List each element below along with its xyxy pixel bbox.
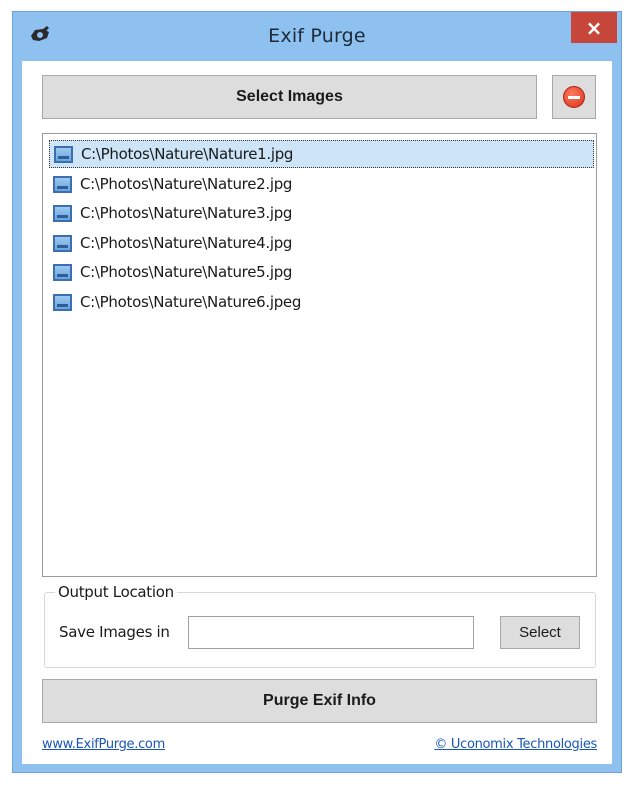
list-item[interactable]: C:\Photos\Nature\Nature4.jpg: [49, 229, 594, 257]
copyright-link[interactable]: © Uconomix Technologies: [434, 737, 597, 752]
save-images-label: Save Images in: [59, 623, 170, 641]
image-file-icon: [53, 175, 72, 193]
image-file-icon: [53, 234, 72, 252]
image-file-icon: [53, 293, 72, 311]
image-file-icon: [54, 145, 73, 163]
website-link[interactable]: www.ExifPurge.com: [42, 737, 165, 752]
file-path: C:\Photos\Nature\Nature6.jpeg: [80, 293, 302, 311]
file-path: C:\Photos\Nature\Nature5.jpg: [80, 263, 293, 281]
output-location-group: Output Location Save Images in Select: [44, 583, 596, 668]
image-file-icon: [53, 263, 72, 281]
purge-exif-button[interactable]: Purge Exif Info: [42, 679, 597, 723]
app-window: Exif Purge × Select Images C:\Photos\Nat…: [12, 11, 622, 773]
file-list[interactable]: C:\Photos\Nature\Nature1.jpg C:\Photos\N…: [42, 133, 597, 577]
list-item[interactable]: C:\Photos\Nature\Nature1.jpg: [49, 140, 594, 168]
file-path: C:\Photos\Nature\Nature1.jpg: [81, 145, 294, 163]
file-path: C:\Photos\Nature\Nature4.jpg: [80, 234, 293, 252]
remove-button[interactable]: [552, 75, 596, 119]
list-item[interactable]: C:\Photos\Nature\Nature6.jpeg: [49, 288, 594, 316]
save-location-input[interactable]: [188, 616, 474, 649]
remove-icon: [563, 86, 585, 108]
window-title: Exif Purge: [268, 25, 366, 47]
list-item[interactable]: C:\Photos\Nature\Nature5.jpg: [49, 258, 594, 286]
close-button[interactable]: ×: [571, 12, 617, 43]
list-item[interactable]: C:\Photos\Nature\Nature3.jpg: [49, 199, 594, 227]
select-folder-button[interactable]: Select: [500, 616, 580, 649]
client-area: Select Images C:\Photos\Nature\Nature1.j…: [22, 61, 612, 764]
select-images-button[interactable]: Select Images: [42, 75, 537, 119]
output-location-legend: Output Location: [55, 583, 177, 601]
title-bar: Exif Purge ×: [13, 12, 621, 60]
list-item[interactable]: C:\Photos\Nature\Nature2.jpg: [49, 170, 594, 198]
file-path: C:\Photos\Nature\Nature2.jpg: [80, 175, 293, 193]
file-path: C:\Photos\Nature\Nature3.jpg: [80, 204, 293, 222]
image-file-icon: [53, 204, 72, 222]
